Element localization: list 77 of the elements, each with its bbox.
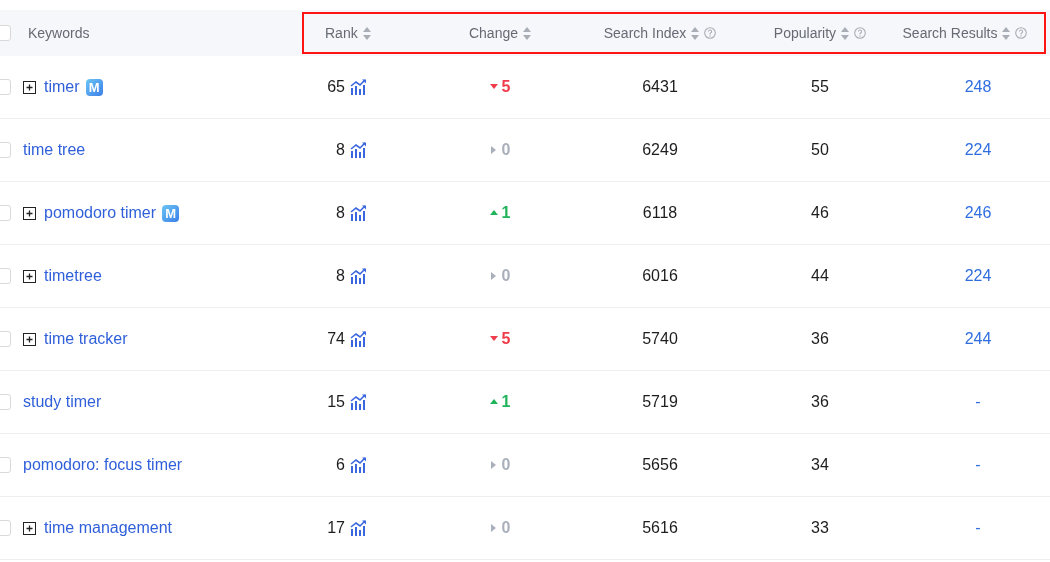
- rank-value: 17: [327, 519, 345, 537]
- column-header[interactable]: Change: [468, 25, 531, 41]
- rank-value: 8: [336, 204, 345, 222]
- search-results-link[interactable]: 224: [964, 141, 992, 159]
- trend-chart-icon[interactable]: [350, 142, 367, 158]
- search-results-link[interactable]: -: [975, 393, 981, 411]
- search-results-link[interactable]: -: [975, 456, 981, 474]
- keyword-link[interactable]: time tree: [23, 141, 86, 159]
- rank-value: 15: [327, 393, 345, 411]
- search-results-link[interactable]: 224: [964, 267, 992, 285]
- help-icon[interactable]: [1015, 27, 1028, 39]
- badge: M: [162, 204, 180, 222]
- help-icon[interactable]: [854, 27, 867, 39]
- popularity-value: 33: [811, 519, 829, 537]
- search-index-value: 5616: [642, 519, 678, 537]
- column-header[interactable]: Search Index: [603, 25, 717, 41]
- help-icon[interactable]: [704, 27, 717, 39]
- change-value: 0: [501, 141, 511, 159]
- search-index-value: 6431: [642, 78, 678, 96]
- search-index-value: 6016: [642, 267, 678, 285]
- popularity-value: 55: [811, 78, 829, 96]
- expand-icon[interactable]: [23, 521, 36, 535]
- popularity-value: 50: [811, 141, 829, 159]
- keyword-link[interactable]: timetree: [44, 267, 102, 285]
- column-header[interactable]: Popularity: [773, 25, 867, 41]
- change-value: 1: [501, 204, 511, 222]
- popularity-value: 44: [811, 267, 829, 285]
- change-value: 5: [501, 78, 511, 96]
- change-value: 0: [501, 456, 511, 474]
- popularity-value: 46: [811, 204, 829, 222]
- change-value: 0: [501, 519, 511, 537]
- sort-icon[interactable]: [523, 26, 531, 40]
- badge: M: [85, 78, 103, 96]
- search-index-value: 6249: [642, 141, 678, 159]
- change-value: 5: [501, 330, 511, 348]
- search-index-value: 6118: [642, 204, 678, 222]
- search-results-link[interactable]: 248: [964, 78, 992, 96]
- sort-icon[interactable]: [841, 26, 850, 40]
- expand-icon[interactable]: [23, 269, 36, 283]
- search-results-link[interactable]: -: [975, 519, 981, 537]
- expand-icon[interactable]: [23, 332, 36, 346]
- rank-value: 8: [336, 267, 345, 285]
- search-results-link[interactable]: 244: [964, 330, 992, 348]
- sort-icon[interactable]: [362, 26, 371, 40]
- trend-chart-icon[interactable]: [350, 268, 367, 284]
- popularity-value: 36: [811, 330, 829, 348]
- sort-icon[interactable]: [691, 26, 700, 40]
- rank-value: 74: [327, 330, 345, 348]
- rank-value: 8: [336, 141, 345, 159]
- keyword-link[interactable]: pomodoro timer: [44, 204, 157, 222]
- keyword-link[interactable]: timer: [44, 78, 80, 96]
- trend-chart-icon[interactable]: [350, 394, 367, 410]
- popularity-value: 34: [811, 456, 829, 474]
- search-results-link[interactable]: 246: [964, 204, 992, 222]
- trend-chart-icon[interactable]: [350, 205, 367, 221]
- change-value: 0: [501, 267, 511, 285]
- trend-chart-icon[interactable]: [350, 331, 367, 347]
- trend-chart-icon[interactable]: [350, 520, 367, 536]
- trend-chart-icon[interactable]: [350, 457, 367, 473]
- sort-icon[interactable]: [1002, 26, 1011, 40]
- expand-icon[interactable]: [23, 80, 36, 94]
- column-header: Keywords: [28, 25, 90, 41]
- column-header[interactable]: Rank: [325, 25, 371, 41]
- search-index-value: 5656: [642, 456, 678, 474]
- change-value: 1: [501, 393, 511, 411]
- expand-icon[interactable]: [23, 206, 36, 220]
- search-index-value: 5719: [642, 393, 678, 411]
- trend-chart-icon[interactable]: [350, 79, 367, 95]
- rank-value: 6: [336, 456, 345, 474]
- keyword-link[interactable]: time tracker: [44, 330, 128, 348]
- rank-value: 65: [327, 78, 345, 96]
- keyword-link[interactable]: time management: [44, 519, 173, 537]
- keyword-link[interactable]: study timer: [23, 393, 102, 411]
- popularity-value: 36: [811, 393, 829, 411]
- column-header[interactable]: Search Results: [902, 25, 1028, 41]
- search-index-value: 5740: [642, 330, 678, 348]
- keyword-link[interactable]: pomodoro: focus timer: [23, 456, 183, 474]
